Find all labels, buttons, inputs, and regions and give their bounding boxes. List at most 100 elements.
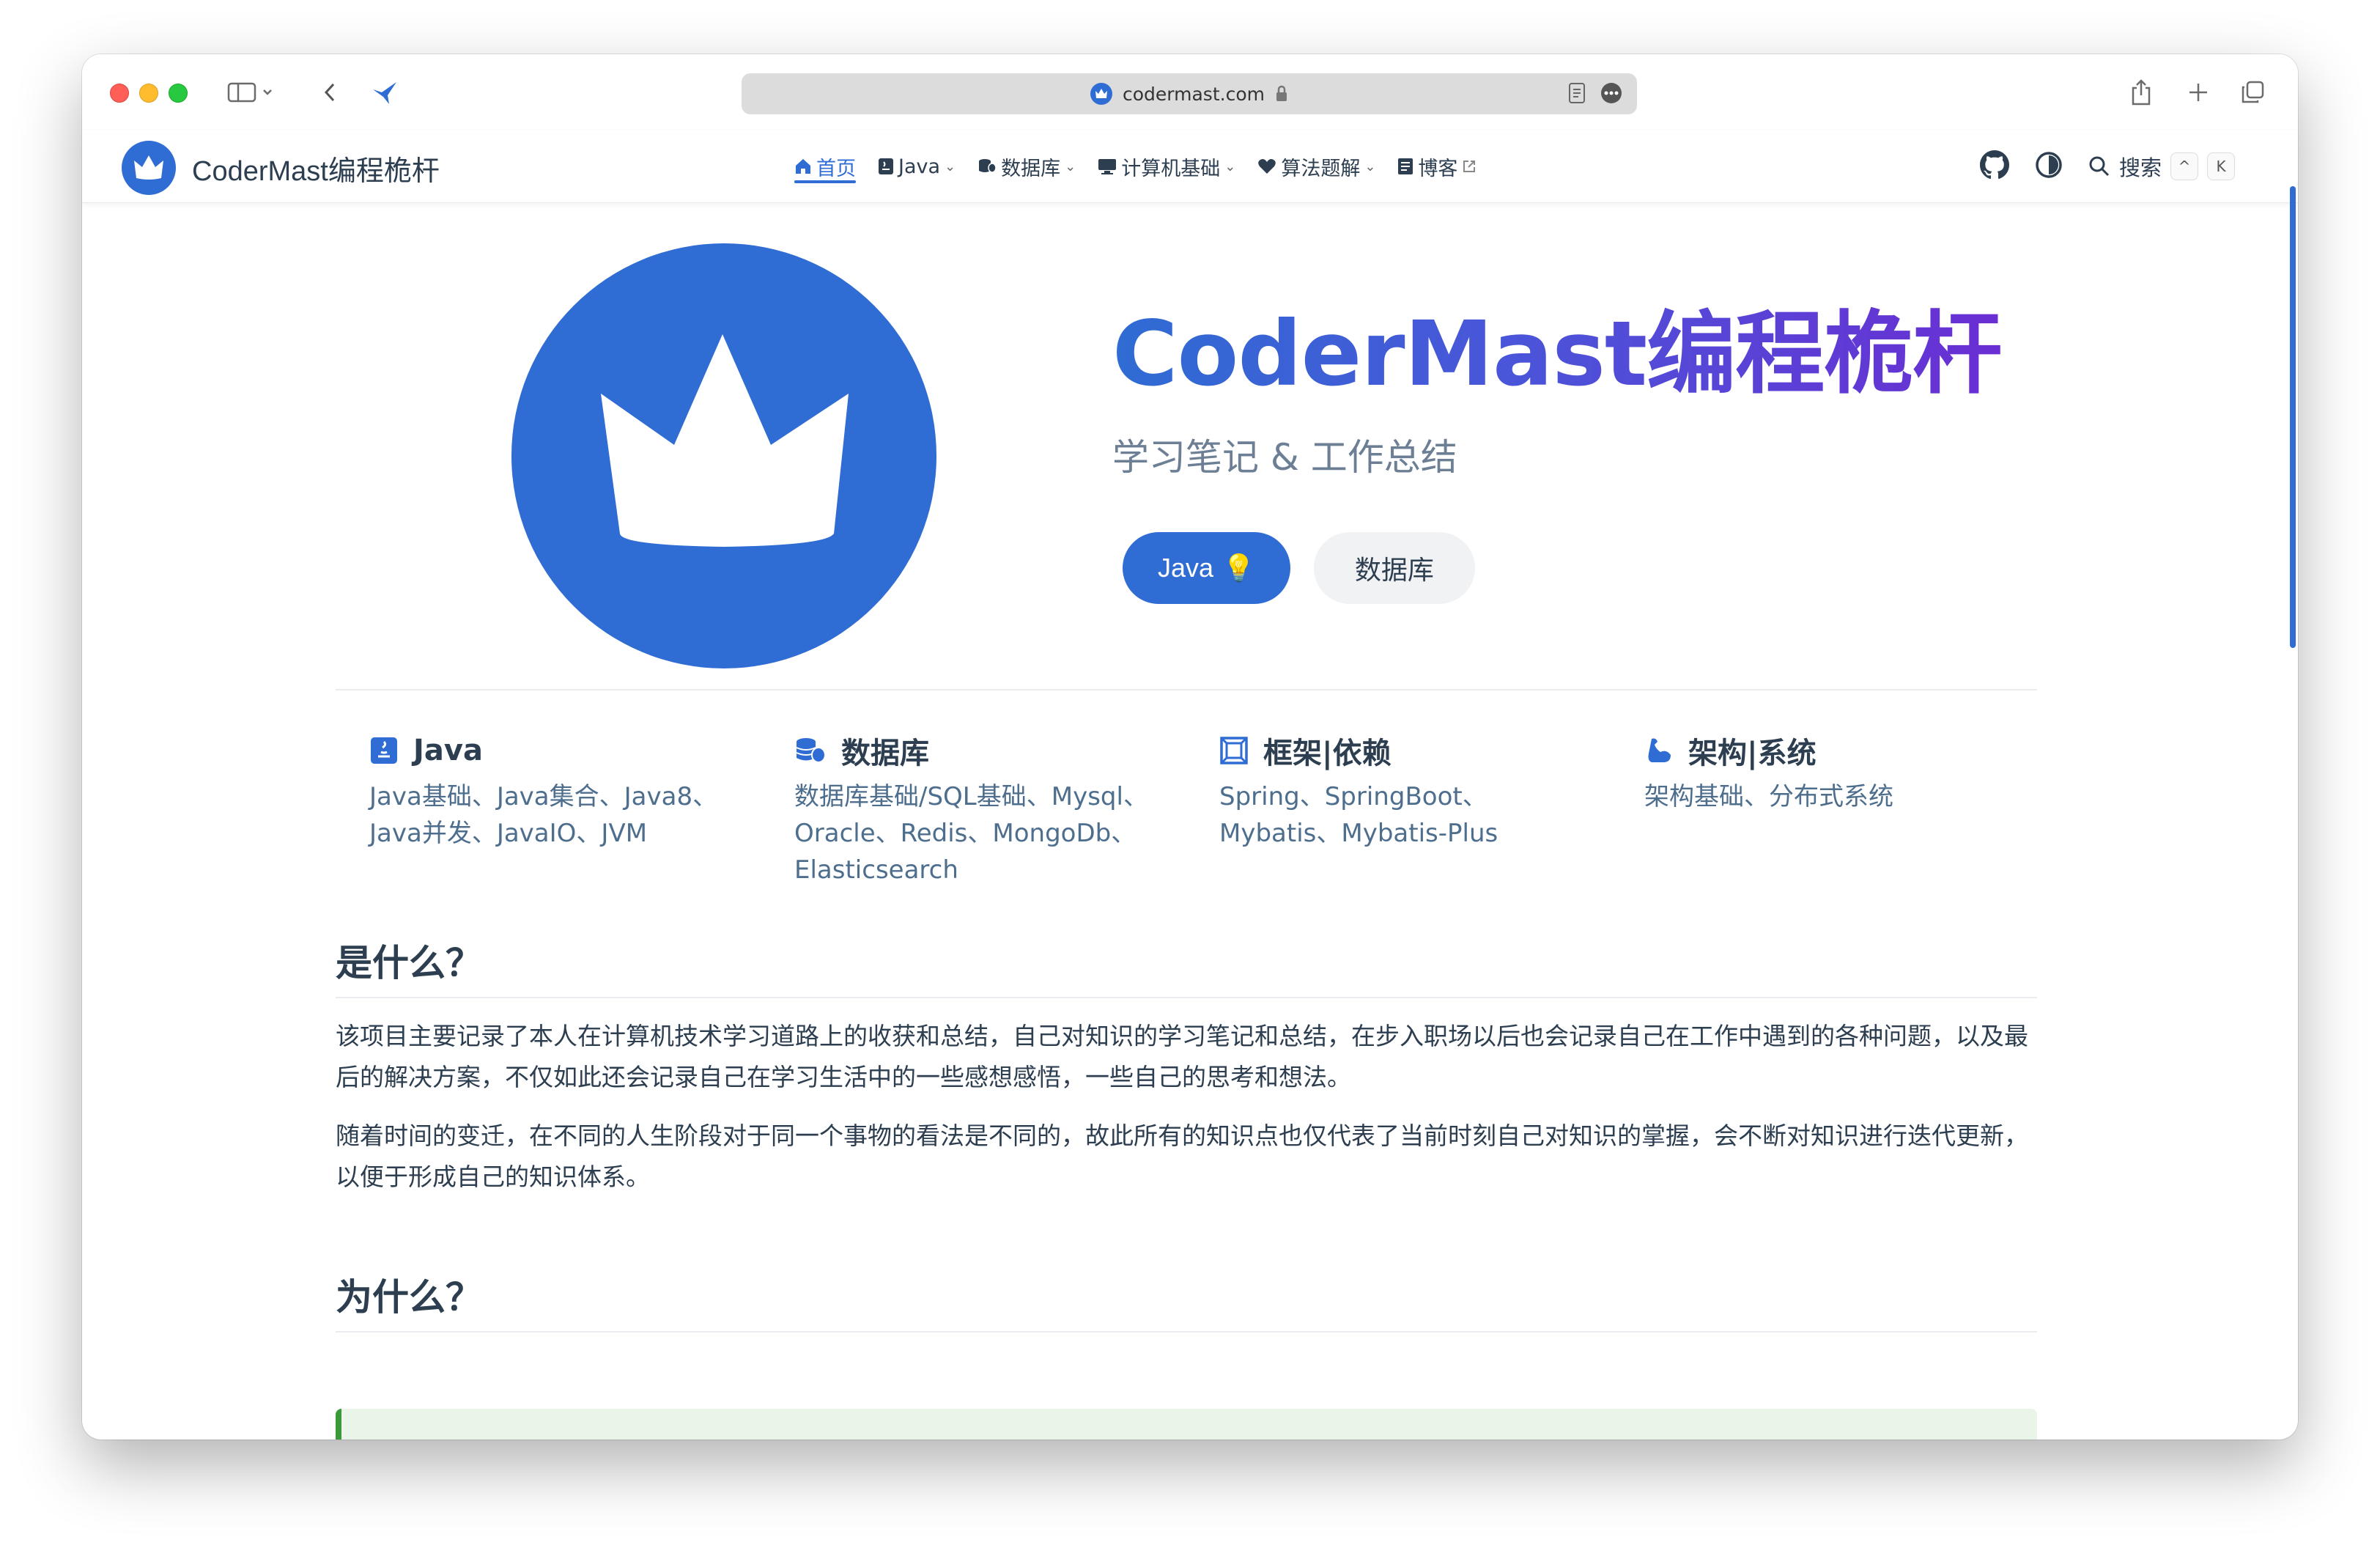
shortcut-key-ctrl: ^ xyxy=(2170,152,2198,180)
hero-actions: Java 💡 数据库 xyxy=(1123,532,1475,604)
nav-item-label: 算法题解 xyxy=(1281,157,1361,180)
brand-name: CoderMast编程桅杆 xyxy=(192,155,440,187)
feature-heading: 框架|依赖 xyxy=(1219,729,1611,773)
heading-what: 是什么？ xyxy=(336,934,2037,998)
database-icon xyxy=(979,159,997,173)
chevron-left-icon xyxy=(324,83,335,102)
hero-title: CoderMast编程桅杆 xyxy=(1112,281,2002,411)
theme-toggle-button[interactable] xyxy=(2034,150,2063,183)
reader-icon[interactable] xyxy=(1568,82,1586,104)
search-icon xyxy=(2089,156,2110,177)
shortcut-key-k: K xyxy=(2207,152,2235,180)
plus-icon xyxy=(2189,84,2207,101)
database-button-label: 数据库 xyxy=(1354,555,1434,585)
address-bar[interactable]: codermast.com xyxy=(742,73,1637,114)
address-bar-actions xyxy=(1568,82,1622,104)
chevron-down-icon: ⌄ xyxy=(945,158,956,174)
sidebar-toggle-button[interactable] xyxy=(221,76,280,108)
lock-icon xyxy=(1276,85,1287,101)
hero-logo xyxy=(511,243,936,668)
contrast-icon xyxy=(2036,152,2062,178)
heart-icon xyxy=(1258,159,1276,174)
java-icon xyxy=(371,737,397,764)
hero-tagline: 学习笔记 & 工作总结 xyxy=(1112,436,1457,479)
close-window-button[interactable] xyxy=(110,84,129,103)
nav-item-label: 博客 xyxy=(1418,157,1458,180)
github-link[interactable] xyxy=(1979,150,2009,183)
chevron-down-icon: ⌄ xyxy=(1224,158,1236,174)
site-icon xyxy=(1090,83,1112,105)
nav-item-java[interactable]: Java ⌄ xyxy=(878,130,956,202)
window-controls xyxy=(110,84,188,103)
url-text: codermast.com xyxy=(1123,83,1265,105)
feature-framework[interactable]: 框架|依赖 Spring、SpringBoot、Mybatis、Mybatis-… xyxy=(1186,729,1611,888)
feature-description: 架构基础、分布式系统 xyxy=(1644,782,1893,811)
home-icon xyxy=(796,159,810,174)
external-link-icon xyxy=(1463,161,1476,172)
navbar-tools: 搜索 ^ K xyxy=(1979,130,2235,202)
chevron-down-icon: ⌄ xyxy=(1065,158,1076,174)
page-scrollbar[interactable] xyxy=(2288,130,2298,1440)
browser-window: codermast.com CoderMast编程桅杆 首页 Java ⌄ 数据… xyxy=(82,54,2298,1440)
nav-item-label: 首页 xyxy=(816,157,856,180)
feature-architecture[interactable]: 架构|系统 架构基础、分布式系统 xyxy=(1611,729,2036,888)
database-icon xyxy=(796,738,826,763)
muscle-icon xyxy=(1648,738,1671,762)
nav-item-blog[interactable]: 博客 xyxy=(1397,130,1477,202)
feature-title: 数据库 xyxy=(841,737,929,770)
feature-java[interactable]: Java Java基础、Java集合、Java8、Java并发、JavaIO、J… xyxy=(336,729,761,888)
sidebar-icon xyxy=(227,82,272,103)
github-icon xyxy=(1979,150,2009,180)
site-navbar: CoderMast编程桅杆 首页 Java ⌄ 数据库 ⌄ 计算机基础 ⌄ 算法… xyxy=(82,130,2298,203)
scrollbar-thumb[interactable] xyxy=(2290,186,2296,648)
features: Java Java基础、Java集合、Java8、Java并发、JavaIO、J… xyxy=(336,729,2037,888)
nav-item-computer-basics[interactable]: 计算机基础 ⌄ xyxy=(1098,130,1235,202)
feature-heading: Java xyxy=(369,729,761,773)
computer-icon xyxy=(1098,159,1117,174)
chevron-down-icon: ⌄ xyxy=(1364,158,1376,174)
browser-toolbar: codermast.com xyxy=(82,54,2298,130)
feature-database[interactable]: 数据库 数据库基础/SQL基础、Mysql、Oracle、Redis、Mongo… xyxy=(761,729,1186,888)
blog-icon xyxy=(1398,158,1413,174)
frame-icon xyxy=(1220,737,1248,764)
nav-item-label: Java xyxy=(898,155,941,178)
feature-description: Java基础、Java集合、Java8、Java并发、JavaIO、JVM xyxy=(369,782,718,848)
back-button[interactable] xyxy=(315,76,344,108)
new-tab-button[interactable] xyxy=(2184,76,2213,108)
feature-description: Spring、SpringBoot、Mybatis、Mybatis-Plus xyxy=(1219,782,1498,848)
feature-title: 架构|系统 xyxy=(1688,737,1817,770)
heading-why: 为什么？ xyxy=(336,1268,2037,1333)
nav-item-database[interactable]: 数据库 ⌄ xyxy=(978,130,1076,202)
feature-title: Java xyxy=(413,734,483,767)
main-content: 是什么？ 该项目主要记录了本人在计算机技术学习道路上的收获和总结，自己对知识的学… xyxy=(336,934,2037,1440)
feature-heading: 架构|系统 xyxy=(1644,729,2036,773)
java-button-label: Java xyxy=(1158,553,1214,583)
share-icon xyxy=(2132,79,2151,106)
minimize-window-button[interactable] xyxy=(139,84,158,103)
paragraph: 随着时间的变迁，在不同的人生阶段对于同一个事物的看法是不同的，故此所有的知识点也… xyxy=(336,1121,2028,1191)
feature-description: 数据库基础/SQL基础、Mysql、Oracle、Redis、MongoDb、E… xyxy=(794,782,1148,885)
nav-item-label: 计算机基础 xyxy=(1121,157,1221,180)
main-nav: 首页 Java ⌄ 数据库 ⌄ 计算机基础 ⌄ 算法题解 ⌄ 博客 xyxy=(794,130,1477,202)
nav-item-algorithms[interactable]: 算法题解 ⌄ xyxy=(1257,130,1375,202)
brand-link[interactable]: CoderMast编程桅杆 xyxy=(122,141,440,195)
java-button[interactable]: Java 💡 xyxy=(1123,532,1290,604)
nav-item-label: 数据库 xyxy=(1001,157,1061,180)
lightbulb-icon: 💡 xyxy=(1222,553,1255,583)
search-button[interactable]: 搜索 ^ K xyxy=(2088,151,2235,182)
nav-item-home[interactable]: 首页 xyxy=(794,130,856,202)
zoom-window-button[interactable] xyxy=(169,84,188,103)
search-label: 搜索 xyxy=(2118,155,2162,180)
share-button[interactable] xyxy=(2126,76,2156,108)
crown-logo xyxy=(122,141,176,195)
bird-icon xyxy=(373,82,396,104)
more-options-icon[interactable] xyxy=(1600,82,1622,104)
hero-divider xyxy=(336,689,2037,690)
database-button[interactable]: 数据库 xyxy=(1313,532,1475,604)
tip-container: 提示 xyxy=(336,1409,2037,1440)
paragraph: 该项目主要记录了本人在计算机技术学习道路上的收获和总结，自己对知识的学习笔记和总… xyxy=(336,1022,2028,1091)
site-favicon xyxy=(368,76,402,108)
tab-overview-button[interactable] xyxy=(2238,76,2267,108)
crown-icon xyxy=(601,334,849,547)
feature-title: 框架|依赖 xyxy=(1263,737,1392,770)
